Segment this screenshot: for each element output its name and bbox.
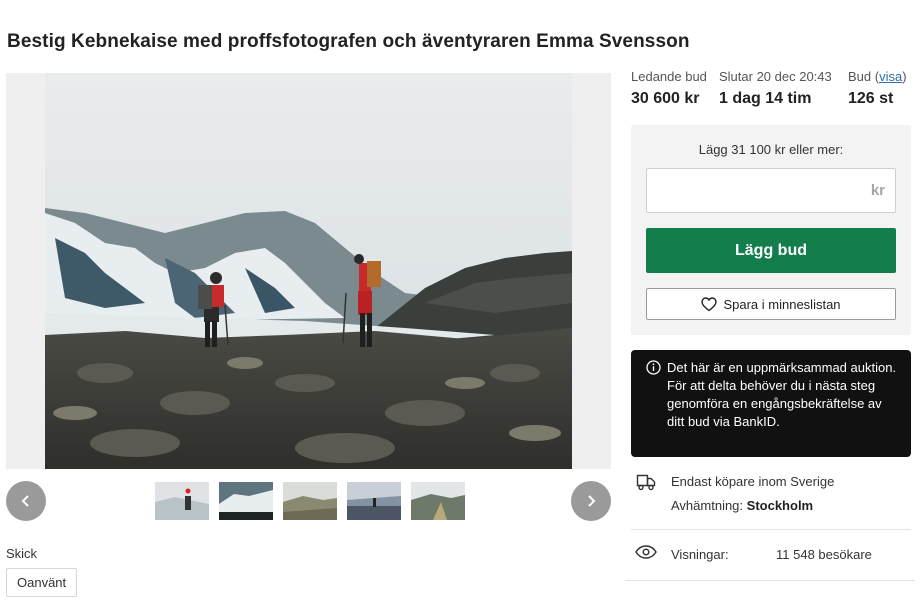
pickup-label: Avhämtning: (671, 498, 744, 513)
leading-bid-value: 30 600 kr (631, 90, 700, 107)
notice-text: Det här är en uppmärksammad auktion. För… (667, 360, 897, 429)
image-gallery (6, 73, 611, 469)
listing-title: Bestig Kebnekaise med proffsfotografen o… (7, 31, 690, 52)
thumbnail-4[interactable] (347, 482, 401, 520)
divider (631, 529, 911, 530)
bid-amount-input[interactable] (647, 169, 847, 212)
heart-icon (701, 296, 718, 311)
thumbnail-1[interactable] (155, 482, 209, 520)
leading-bid-stat: Ledande bud 30 600 kr (631, 69, 707, 108)
show-bids-link[interactable]: visa (879, 69, 902, 84)
currency-suffix: kr (870, 182, 885, 199)
divider (625, 580, 915, 581)
bids-label-close: ) (902, 69, 907, 84)
views-label: Visningar: (671, 547, 729, 562)
watchlist-label: Spara i minneslistan (723, 296, 841, 312)
end-time-stat: Slutar 20 dec 20:43 1 dag 14 tim (719, 69, 832, 108)
gallery-prev-button[interactable] (6, 481, 46, 521)
shipping-restriction: Endast köpare inom Sverige (671, 474, 835, 489)
view-count: Visningar: 11 548 besökare (631, 540, 911, 570)
pickup-info: Avhämtning: Stockholm (671, 498, 813, 513)
pickup-city: Stockholm (746, 498, 814, 513)
minimum-bid-hint: Lägg 31 100 kr eller mer: (698, 142, 844, 157)
end-time-label: Slutar 20 dec 20:43 (719, 69, 832, 84)
truck-icon (636, 474, 656, 491)
bid-count-label: Bud (visa) (848, 69, 907, 84)
bid-count-value: 126 st (848, 90, 894, 107)
bid-count-stat: Bud (visa) 126 st (848, 69, 907, 108)
info-icon (646, 360, 661, 375)
leading-bid-label: Ledande bud (631, 69, 707, 84)
highlighted-auction-notice: Det här är en uppmärksammad auktion. För… (631, 350, 911, 457)
bid-amount-field[interactable]: kr (646, 168, 896, 213)
condition-label: Skick (6, 546, 38, 561)
thumbnail-strip (155, 482, 465, 520)
eye-icon (635, 545, 657, 559)
thumbnail-2[interactable] (219, 482, 273, 520)
auction-stats: Ledande bud 30 600 kr Slutar 20 dec 20:4… (631, 69, 915, 113)
thumbnail-3[interactable] (283, 482, 337, 520)
main-photo[interactable] (45, 73, 572, 469)
bids-label-text: Bud ( (848, 69, 880, 84)
time-remaining-value: 1 dag 14 tim (719, 90, 812, 107)
place-bid-button[interactable]: Lägg bud (646, 228, 896, 273)
views-value: 11 548 besökare (776, 547, 872, 562)
bid-panel: Lägg 31 100 kr eller mer: kr Lägg bud Sp… (631, 125, 911, 335)
save-to-watchlist-button[interactable]: Spara i minneslistan (646, 288, 896, 320)
chevron-right-icon (588, 495, 596, 507)
gallery-next-button[interactable] (571, 481, 611, 521)
condition-badge: Oanvänt (6, 568, 78, 597)
chevron-left-icon (21, 495, 29, 507)
thumbnail-5[interactable] (411, 482, 465, 520)
